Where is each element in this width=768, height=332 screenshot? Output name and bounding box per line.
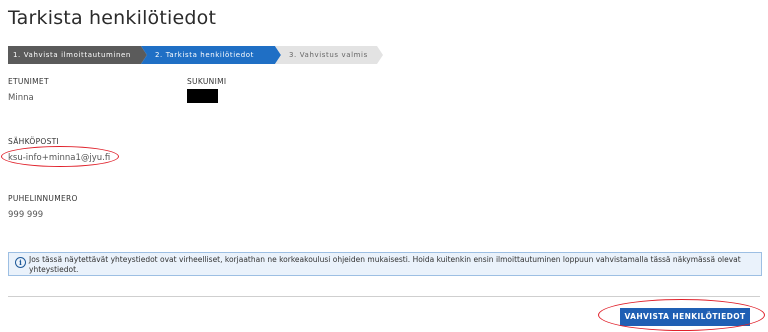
first-names-label: ETUNIMET <box>8 77 49 86</box>
email-value: ksu-info+minna1@jyu.fi <box>8 153 111 163</box>
surname-redacted-value <box>187 89 218 103</box>
divider <box>8 296 760 297</box>
phone-label: PUHELINNUMERO <box>8 194 78 203</box>
page-title: Tarkista henkilötiedot <box>8 7 217 29</box>
info-notice: i Jos tässä näytettävät yhteystiedot ova… <box>8 252 762 276</box>
info-notice-text: Jos tässä näytettävät yhteystiedot ovat … <box>29 255 741 274</box>
surname-label: SUKUNIMI <box>187 77 227 86</box>
first-names-value: Minna <box>8 93 34 103</box>
confirm-personal-info-button[interactable]: VAHVISTA HENKILÖTIEDOT <box>620 308 750 326</box>
email-label: SÄHKÖPOSTI <box>8 137 60 146</box>
progress-steps: 1. Vahvista ilmoittautuminen 2. Tarkista… <box>8 46 377 64</box>
info-icon: i <box>15 257 26 268</box>
phone-value: 999 999 <box>8 210 44 220</box>
step-check-personal-info: 2. Tarkista henkilötiedot <box>141 46 281 64</box>
step-confirmation-done: 3. Vahvistus valmis <box>275 46 383 64</box>
step-confirm-registration: 1. Vahvista ilmoittautuminen <box>8 46 147 64</box>
